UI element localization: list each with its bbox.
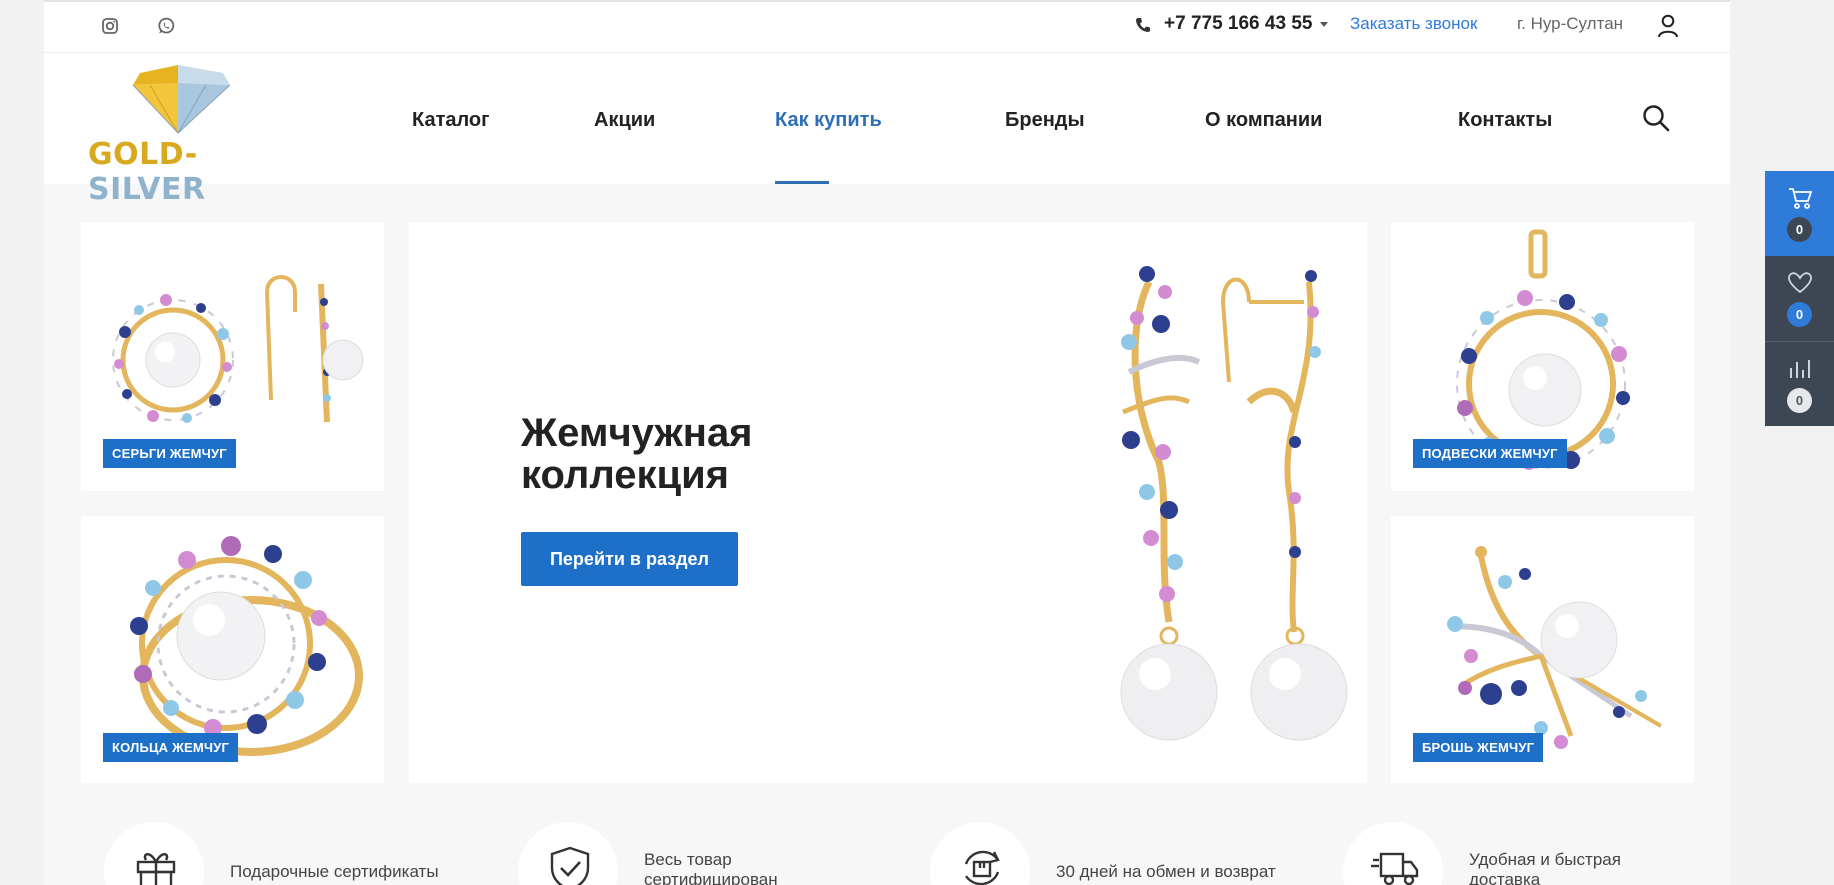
banner-title: Жемчужная коллекция <box>521 411 753 497</box>
whatsapp-icon[interactable] <box>156 16 176 36</box>
favorites-button[interactable]: 0 <box>1765 256 1834 341</box>
nav-how-to-buy[interactable]: Как купить <box>775 109 882 132</box>
nav-promotions[interactable]: Акции <box>594 109 655 132</box>
category-tile-brooch[interactable]: БРОШЬ ЖЕМЧУГ <box>1391 516 1694 783</box>
tile-label-rings[interactable]: КОЛЬЦА ЖЕМЧУГ <box>103 733 239 762</box>
city-selector[interactable]: г. Нур-Султан <box>1517 14 1623 34</box>
main-header: GOLD-SILVER Каталог Акции Как купить Бре… <box>44 53 1730 207</box>
logo[interactable]: GOLD-SILVER <box>88 63 313 207</box>
nav-contacts[interactable]: Контакты <box>1458 109 1552 132</box>
callback-link[interactable]: Заказать звонок <box>1350 14 1477 34</box>
category-tile-pendants[interactable]: ПОДВЕСКИ ЖЕМЧУГ <box>1391 222 1694 491</box>
favorites-count-badge: 0 <box>1787 302 1812 327</box>
user-icon[interactable] <box>1656 13 1680 39</box>
shield-check-icon <box>550 846 590 885</box>
tile-label-brooch[interactable]: БРОШЬ ЖЕМЧУГ <box>1413 733 1544 762</box>
diamond-logo-icon <box>132 65 231 134</box>
side-panel: 0 0 0 <box>1765 171 1834 426</box>
heart-icon <box>1788 272 1812 294</box>
phone-icon <box>1136 18 1150 32</box>
gift-icon <box>136 853 176 885</box>
top-bar: +7 775 166 43 55 Заказать звонок г. Нур-… <box>44 0 1730 53</box>
phone-number[interactable]: +7 775 166 43 55 <box>1164 13 1312 35</box>
category-tile-rings[interactable]: КОЛЬЦА ЖЕМЧУГ <box>81 516 384 783</box>
tile-label-pendants[interactable]: ПОДВЕСКИ ЖЕМЧУГ <box>1413 439 1567 468</box>
tile-label-earrings[interactable]: СЕРЬГИ ЖЕМЧУГ <box>103 439 236 468</box>
go-to-section-button[interactable]: Перейти в раздел <box>521 532 738 586</box>
cart-button[interactable]: 0 <box>1765 171 1834 256</box>
nav-catalog[interactable]: Каталог <box>412 109 489 132</box>
page: +7 775 166 43 55 Заказать звонок г. Нур-… <box>44 0 1730 885</box>
logo-text: GOLD-SILVER <box>88 137 206 207</box>
compare-button[interactable]: 0 <box>1765 341 1834 426</box>
pearl-earrings-image <box>1120 266 1348 741</box>
search-icon[interactable] <box>1641 103 1671 133</box>
promo-banner: Жемчужная коллекция Перейти в раздел <box>409 222 1367 783</box>
nav-active-indicator <box>775 181 829 184</box>
nav-about[interactable]: О компании <box>1205 109 1322 132</box>
nav-brands[interactable]: Бренды <box>1005 109 1085 132</box>
category-tile-earrings[interactable]: СЕРЬГИ ЖЕМЧУГ <box>81 222 384 491</box>
compare-count-badge: 0 <box>1787 388 1812 413</box>
return-box-icon <box>964 850 1000 885</box>
truck-icon <box>1371 852 1419 885</box>
compare-chart-icon <box>1790 360 1810 378</box>
instagram-icon[interactable] <box>100 16 120 36</box>
cart-count-badge: 0 <box>1787 217 1812 242</box>
cart-icon <box>1789 188 1813 209</box>
chevron-down-icon[interactable] <box>1320 22 1328 27</box>
